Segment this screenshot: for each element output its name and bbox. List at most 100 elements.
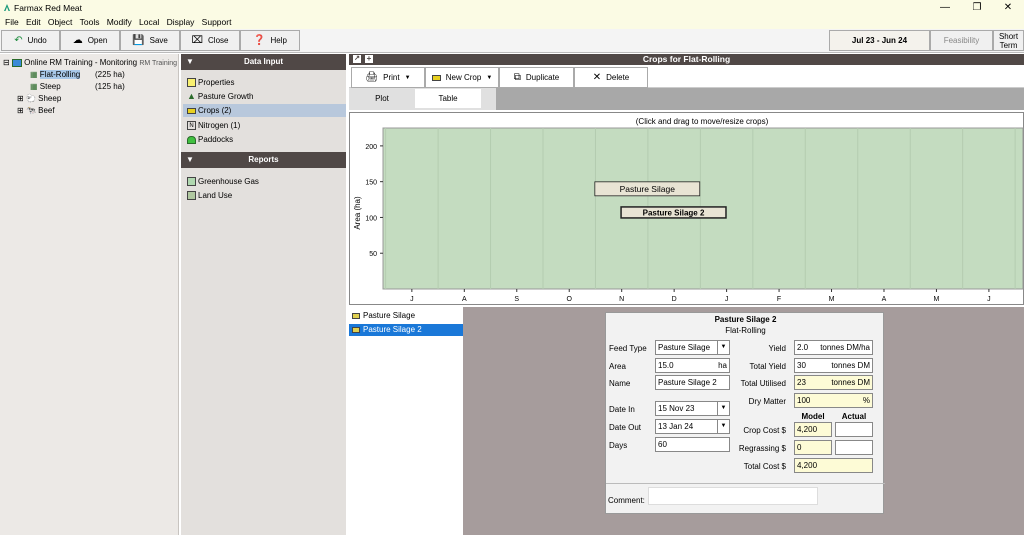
expand-icon[interactable]: ⊞ [17, 94, 24, 103]
minimize-icon[interactable]: — [938, 2, 952, 14]
tree-item-size: (125 ha) [95, 82, 125, 91]
help-button[interactable]: ❓ Help [240, 30, 300, 51]
date-in-label: Date In [609, 405, 635, 414]
collapse-icon[interactable]: ⊟ [3, 58, 10, 67]
yield-input[interactable]: 2.0 tonnes DM/ha [794, 340, 873, 355]
short-term-button[interactable]: Short Term [993, 30, 1024, 51]
list-item[interactable]: Pasture Silage [349, 310, 463, 322]
data-input-properties[interactable]: Properties [187, 76, 346, 89]
x-tick-label: A [462, 296, 467, 303]
save-button[interactable]: 💾 Save [120, 30, 180, 51]
tab-plot[interactable]: Plot [349, 89, 415, 108]
report-icon [187, 191, 196, 200]
save-icon: 💾 [132, 35, 145, 46]
feed-type-select[interactable]: Pasture Silage ▼ [655, 340, 730, 355]
tab-strip-filler [496, 88, 1024, 110]
paddock-icon [187, 135, 196, 144]
days-label: Days [609, 441, 628, 450]
total-utilised-label: Total Utilised [740, 379, 786, 388]
tab-table[interactable]: Table [415, 89, 481, 108]
x-tick-label: S [514, 296, 519, 303]
report-icon [187, 177, 196, 186]
duplicate-button[interactable]: ⧉ Duplicate [499, 67, 574, 88]
add-icon[interactable]: + [365, 55, 373, 63]
menu-display[interactable]: Display [167, 16, 195, 29]
tree-item-label: Flat-Rolling [39, 70, 81, 79]
feed-type-label: Feed Type [609, 344, 647, 353]
tree-item-steep[interactable]: ▦ Steep [30, 81, 61, 93]
report-land-use[interactable]: Land Use [187, 189, 346, 202]
crop-cost-actual-input[interactable] [835, 422, 873, 437]
y-tick-label: 200 [365, 144, 377, 151]
close-button[interactable]: ⌧ Close [180, 30, 240, 51]
reports-header[interactable]: ▼ Reports [181, 152, 346, 168]
delete-button[interactable]: ✕ Delete [574, 67, 648, 88]
data-input-pasture-growth[interactable]: ▲ Pasture Growth [187, 90, 346, 103]
menu-support[interactable]: Support [202, 16, 232, 29]
menu-local[interactable]: Local [139, 16, 159, 29]
period-button[interactable]: Jul 23 - Jun 24 [829, 30, 930, 51]
restore-icon[interactable]: ❐ [970, 2, 984, 14]
chevron-down-icon[interactable]: ▼ [717, 341, 729, 354]
help-icon: ❓ [253, 35, 266, 46]
comment-input[interactable] [648, 487, 818, 505]
date-out-picker[interactable]: 13 Jan 24 ▼ [655, 419, 730, 434]
open-button[interactable]: ☁ Open [60, 30, 120, 51]
nitrogen-icon: N [187, 121, 196, 130]
printer-icon: 🖨 [365, 72, 379, 83]
feasibility-button[interactable]: Feasibility [930, 30, 993, 51]
new-crop-button[interactable]: New Crop ▼ [425, 67, 499, 88]
list-item[interactable]: Pasture Silage 2 [349, 324, 463, 336]
popout-icon[interactable]: ↗ [353, 55, 361, 63]
menu-modify[interactable]: Modify [107, 16, 132, 29]
data-input-paddocks[interactable]: Paddocks [187, 133, 346, 146]
tree-item-flat-rolling[interactable]: ▦ Flat-Rolling [30, 69, 81, 81]
main-toolbar: ↶ Undo ☁ Open 💾 Save ⌧ Close ❓ Help Jul 23 - … [0, 29, 1024, 53]
dry-matter-label: Dry Matter [748, 397, 786, 406]
date-in-picker[interactable]: 15 Nov 23 ▼ [655, 401, 730, 416]
yield-label: Yield [768, 344, 787, 353]
area-input[interactable]: 15.0 ha [655, 358, 730, 373]
menu-tools[interactable]: Tools [80, 16, 100, 29]
total-yield-input[interactable]: 30 tonnes DM [794, 358, 873, 373]
undo-button[interactable]: ↶ Undo [1, 30, 60, 51]
data-input-crops[interactable]: Crops (2) [183, 104, 346, 117]
close-window-icon[interactable]: ✕ [1001, 2, 1015, 14]
crops-panel-title: Crops for Flat-Rolling [642, 54, 731, 64]
report-greenhouse-gas[interactable]: Greenhouse Gas [187, 175, 346, 188]
x-tick-label: A [882, 296, 887, 303]
name-input[interactable]: Pasture Silage 2 [655, 375, 730, 390]
x-tick-label: M [934, 296, 940, 303]
crop-chart-svg[interactable]: (Click and drag to move/resize crops) Ar… [350, 113, 1024, 306]
crop-cost-model-input[interactable]: 4,200 [794, 422, 832, 437]
sheep-icon: 🐑 [25, 94, 36, 103]
menu-edit[interactable]: Edit [26, 16, 41, 29]
expand-icon[interactable]: ⊞ [17, 106, 24, 115]
days-input[interactable]: 60 [655, 437, 730, 452]
chevron-down-icon: ▼ [486, 74, 493, 81]
farm-icon [11, 58, 22, 67]
total-cost-label: Total Cost $ [743, 462, 786, 471]
print-button[interactable]: 🖨 Print ▼ [351, 67, 425, 88]
undo-icon: ↶ [14, 35, 23, 46]
crop-cost-label: Crop Cost $ [743, 426, 786, 435]
form-subtitle: Flat-Rolling [725, 326, 766, 335]
regrassing-actual-input[interactable] [835, 440, 873, 455]
divider [606, 483, 885, 484]
total-utilised-value: 23 tonnes DM [794, 375, 873, 390]
crop-form: Pasture Silage 2 Flat-Rolling Feed Type … [605, 312, 885, 514]
crop-toolbar: 🖨 Print ▼ New Crop ▼ ⧉ Duplicate ✕ Delete [349, 66, 1024, 88]
dry-matter-input[interactable]: 100% [794, 393, 873, 408]
tree-item-beef[interactable]: ⊞ 🐄 Beef [17, 105, 55, 117]
data-input-nitrogen[interactable]: N Nitrogen (1) [187, 119, 346, 132]
menu-file[interactable]: File [5, 16, 19, 29]
menu-object[interactable]: Object [48, 16, 73, 29]
crop-chart[interactable]: (Click and drag to move/resize crops) Ar… [349, 112, 1024, 305]
x-tick-label: F [777, 296, 781, 303]
model-column-header: Model [801, 412, 825, 421]
duplicate-icon: ⧉ [513, 72, 521, 83]
tree-root[interactable]: ⊟ Online RM Training - Monitoring RM Tra… [3, 57, 177, 69]
data-input-header[interactable]: ▼ Data Input [181, 54, 346, 70]
tree-item-sheep[interactable]: ⊞ 🐑 Sheep [17, 93, 61, 105]
regrassing-model-input[interactable]: 0 [794, 440, 832, 455]
